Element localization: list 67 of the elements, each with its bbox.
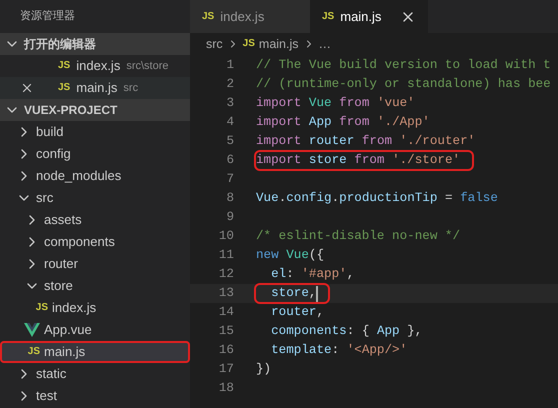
line-number: 10 [218,228,234,246]
open-editor-item[interactable]: JS index.js src\store [0,55,190,77]
tree-item[interactable]: assets [0,209,190,231]
js-file-icon: JS [58,61,70,71]
tree-item[interactable]: JS index.js [0,297,190,319]
line-number: 7 [225,171,234,188]
open-editor-item[interactable]: JS main.js src [0,77,190,99]
section-header[interactable]: 打开的编辑器 [0,33,190,55]
code-line: new Vue({ [256,247,324,264]
code-line: el: '#app', [270,266,354,283]
tree-item[interactable]: static [0,363,190,385]
code-line: store, [256,285,328,302]
line-number: 9 [225,209,234,226]
js-file-icon: JS [202,12,214,22]
file-path: src\store [126,58,168,74]
line-number: 13 [218,285,234,302]
tree-item[interactable]: node_modules [0,165,190,187]
breadcrumb-item[interactable]: src [206,34,223,54]
line-number: 3 [225,95,234,112]
line-number: 14 [218,304,234,322]
code-line: import store from './store' [256,152,472,169]
js-file-icon: JS [28,347,40,357]
js-file-icon: JS [36,303,48,313]
line-number: 11 [218,247,234,264]
code-line: /* eslint-disable no-new */ [256,228,460,245]
line-number: 1 [225,57,234,74]
js-file-icon: JS [322,12,334,22]
tree-item[interactable]: components [0,231,190,253]
editor-tab[interactable]: JS main.js [310,0,428,33]
breadcrumb-item[interactable]: … [318,34,331,54]
code-line: Vue.config.productionTip = false [256,190,498,207]
line-number: 17 [218,361,234,378]
tree-item[interactable]: router [0,253,190,275]
section-header[interactable]: VUEX-PROJECT [0,99,190,121]
code-line: components: { App }, [270,323,422,340]
line-number: 15 [218,323,234,340]
tree-item[interactable]: build [0,121,190,143]
line-number: 2 [225,76,234,94]
line-number: 8 [225,190,234,208]
file-path: src [123,80,138,96]
line-number: 5 [225,133,234,150]
tree-item[interactable]: JS main.js [0,341,190,363]
code-line: import Vue from 'vue' [256,95,415,112]
close-icon[interactable] [20,81,34,95]
code-line: // The Vue build version to load with t [256,57,551,74]
code-line: import App from './App' [256,114,430,131]
tree-item[interactable]: store [0,275,190,297]
code-line: // (runtime-only or standalone) has bee [256,76,551,93]
code-line: import router from './router' [256,133,476,150]
line-number: 12 [218,266,234,284]
editor-tab[interactable]: JS index.js [190,0,310,33]
js-file-icon: JS [58,83,70,93]
v-shape-icon [24,323,40,337]
tree-item[interactable]: config [0,143,190,165]
js-file-icon: JS [242,39,255,49]
code-line: }) [256,361,272,378]
tree-item[interactable]: App.vue [0,319,190,341]
tree-item[interactable]: src [0,187,190,209]
line-number: 18 [218,380,234,398]
sidebar-title: 资源管理器 [20,9,75,24]
code-line: router, [270,304,324,321]
breadcrumb-item[interactable]: main.js [258,34,298,54]
line-number: 6 [225,152,234,170]
line-number: 16 [218,342,234,360]
line-number: 4 [225,114,234,132]
code-line: template: '<App/>' [270,342,408,359]
tree-item[interactable]: test [0,385,190,407]
